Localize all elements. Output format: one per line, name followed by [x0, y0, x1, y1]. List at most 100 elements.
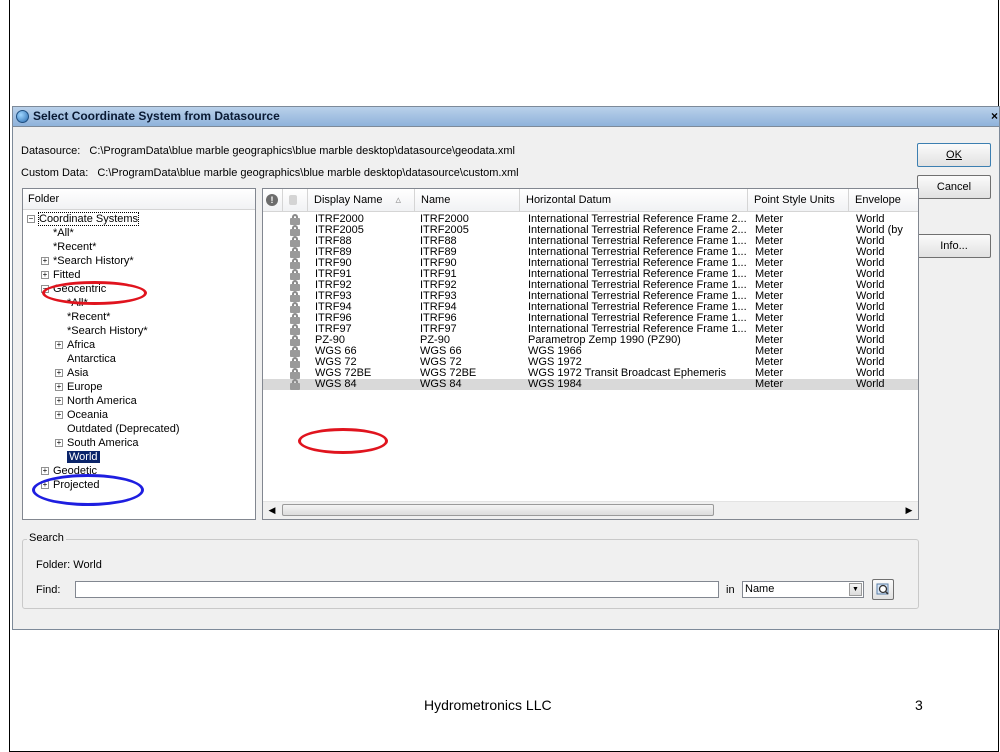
column-header-display-name-label: Display Name: [314, 194, 383, 206]
tree-node[interactable]: *All*: [53, 226, 74, 240]
column-header-lock[interactable]: [283, 189, 308, 211]
table-cell: International Terrestrial Reference Fram…: [528, 214, 747, 225]
tree-node[interactable]: Coordinate Systems: [37, 212, 140, 226]
tree-expander-icon[interactable]: +: [41, 257, 49, 265]
datasource-path: C:\ProgramData\blue marble geographics\b…: [89, 145, 515, 157]
table-cell: Meter: [755, 368, 784, 379]
column-header-envelope[interactable]: Envelope: [849, 189, 918, 211]
table-cell: World: [856, 247, 885, 258]
table-cell: ITRF2005: [420, 225, 469, 236]
find-input[interactable]: [75, 581, 719, 598]
tree-node[interactable]: South America: [67, 436, 139, 450]
table-cell: International Terrestrial Reference Fram…: [528, 313, 747, 324]
tree-expander-icon[interactable]: +: [55, 397, 63, 405]
tree-node[interactable]: Oceania: [67, 408, 108, 422]
column-header-info[interactable]: !: [263, 189, 283, 211]
table-cell: World: [856, 269, 885, 280]
info-button[interactable]: Info...: [917, 234, 991, 258]
sort-arrow-icon: ▵: [395, 194, 402, 206]
lock-icon: [290, 247, 300, 258]
scroll-right-icon[interactable]: ▶: [902, 504, 916, 517]
geocentric-highlight-ellipse: [42, 281, 147, 305]
tree-expander-icon[interactable]: +: [55, 439, 63, 447]
table-cell: WGS 72: [315, 357, 357, 368]
table-cell: WGS 1984: [528, 379, 582, 390]
tree-expander-icon[interactable]: +: [55, 341, 63, 349]
tree-expander-icon[interactable]: +: [41, 467, 49, 475]
table-cell: Meter: [755, 280, 784, 291]
table-cell: WGS 72BE: [420, 368, 477, 379]
table-cell: ITRF94: [420, 302, 457, 313]
table-row[interactable]: ITRF89 ITRF89 International Terrestrial Re…: [263, 247, 918, 258]
tree-node[interactable]: *Recent*: [53, 240, 96, 254]
table-cell: World: [856, 379, 885, 390]
tree-node[interactable]: *Search History*: [67, 324, 148, 338]
column-header-horizontal-datum[interactable]: Horizontal Datum: [520, 189, 748, 211]
ok-button[interactable]: OK: [917, 143, 991, 167]
table-row[interactable]: ITRF90 ITRF90 International Terrestrial Re…: [263, 258, 918, 269]
table-cell: WGS 84: [420, 379, 462, 390]
table-row[interactable]: ITRF92 ITRF92 International Terrestrial Re…: [263, 280, 918, 291]
table-cell: Meter: [755, 379, 784, 390]
table-row[interactable]: ITRF2005 ITRF2005 International Terrestria…: [263, 225, 918, 236]
tree-node[interactable]: Africa: [67, 338, 95, 352]
table-row[interactable]: WGS 72 WGS 72 WGS 1972 Meter World: [263, 357, 918, 368]
tree-node[interactable]: Antarctica: [67, 352, 116, 366]
lock-icon: [290, 280, 300, 291]
scrollbar-thumb[interactable]: [282, 504, 714, 516]
table-row[interactable]: WGS 72BE WGS 72BE WGS 1972 Transit Broadca…: [263, 368, 918, 379]
table-row[interactable]: WGS 66 WGS 66 WGS 1966 Meter World: [263, 346, 918, 357]
grid-header: ! Display Name ▵ Name Horizontal Datum P…: [263, 189, 918, 212]
close-icon[interactable]: ×: [991, 109, 998, 123]
dialog-titlebar[interactable]: Select Coordinate System from Datasource…: [13, 107, 999, 127]
table-cell: World: [856, 335, 885, 346]
horizontal-scrollbar[interactable]: ◀ ▶: [263, 501, 918, 519]
tree-expander-icon[interactable]: +: [55, 383, 63, 391]
tree-node[interactable]: *Search History*: [53, 254, 134, 268]
tree-node[interactable]: Asia: [67, 366, 88, 380]
tree-expander-icon[interactable]: +: [41, 271, 49, 279]
table-cell: World (by: [856, 225, 903, 236]
table-cell: Meter: [755, 302, 784, 313]
table-cell: Meter: [755, 236, 784, 247]
window-app-icon: [16, 110, 29, 123]
table-cell: ITRF97: [315, 324, 352, 335]
ok-button-label: OK: [946, 149, 962, 161]
column-header-name[interactable]: Name: [415, 189, 520, 211]
table-cell: Meter: [755, 335, 784, 346]
datasource-line: Datasource: C:\ProgramData\blue marble g…: [21, 145, 515, 157]
search-field-select[interactable]: Name ▼: [742, 581, 864, 598]
tree-expander-icon[interactable]: −: [27, 215, 35, 223]
column-header-point-style-units[interactable]: Point Style Units: [748, 189, 849, 211]
column-header-display-name[interactable]: Display Name ▵: [308, 189, 415, 211]
folder-tree-pane[interactable]: Folder − Coordinate Systems *All* *Recent* +…: [22, 188, 256, 520]
tree-expander-icon[interactable]: +: [55, 369, 63, 377]
tree-node-label: *Search History*: [67, 325, 148, 337]
table-row[interactable]: ITRF96 ITRF96 International Terrestrial Re…: [263, 313, 918, 324]
table-cell: ITRF91: [420, 269, 457, 280]
dropdown-arrow-icon[interactable]: ▼: [849, 583, 862, 596]
table-row[interactable]: ITRF94 ITRF94 International Terrestrial Re…: [263, 302, 918, 313]
tree-node[interactable]: Outdated (Deprecated): [67, 422, 180, 436]
tree-node[interactable]: Europe: [67, 380, 102, 394]
find-search-button[interactable]: [872, 579, 894, 600]
tree-node[interactable]: *Recent*: [67, 310, 110, 324]
table-row[interactable]: ITRF93 ITRF93 International Terrestrial Re…: [263, 291, 918, 302]
tree-node[interactable]: North America: [67, 394, 137, 408]
table-row[interactable]: ITRF97 ITRF97 International Terrestrial Re…: [263, 324, 918, 335]
coordinate-system-grid[interactable]: ! Display Name ▵ Name Horizontal Datum P…: [262, 188, 919, 520]
table-row[interactable]: ITRF88 ITRF88 International Terrestrial Re…: [263, 236, 918, 247]
table-row[interactable]: WGS 84 WGS 84 WGS 1984 Meter World: [263, 379, 918, 390]
table-cell: PZ-90: [315, 335, 345, 346]
tree-node[interactable]: World: [67, 450, 100, 464]
lock-icon: [290, 346, 300, 357]
table-row[interactable]: ITRF2000 ITRF2000 International Terrestria…: [263, 214, 918, 225]
tree-node[interactable]: Fitted: [53, 268, 81, 282]
table-row[interactable]: PZ-90 PZ-90 Parametrop Zemp 1990 (PZ90) Met…: [263, 335, 918, 346]
scroll-left-icon[interactable]: ◀: [265, 504, 279, 517]
table-row[interactable]: ITRF91 ITRF91 International Terrestrial Re…: [263, 269, 918, 280]
cancel-button[interactable]: Cancel: [917, 175, 991, 199]
table-cell: ITRF2005: [315, 225, 364, 236]
table-cell: PZ-90: [420, 335, 450, 346]
tree-expander-icon[interactable]: +: [55, 411, 63, 419]
